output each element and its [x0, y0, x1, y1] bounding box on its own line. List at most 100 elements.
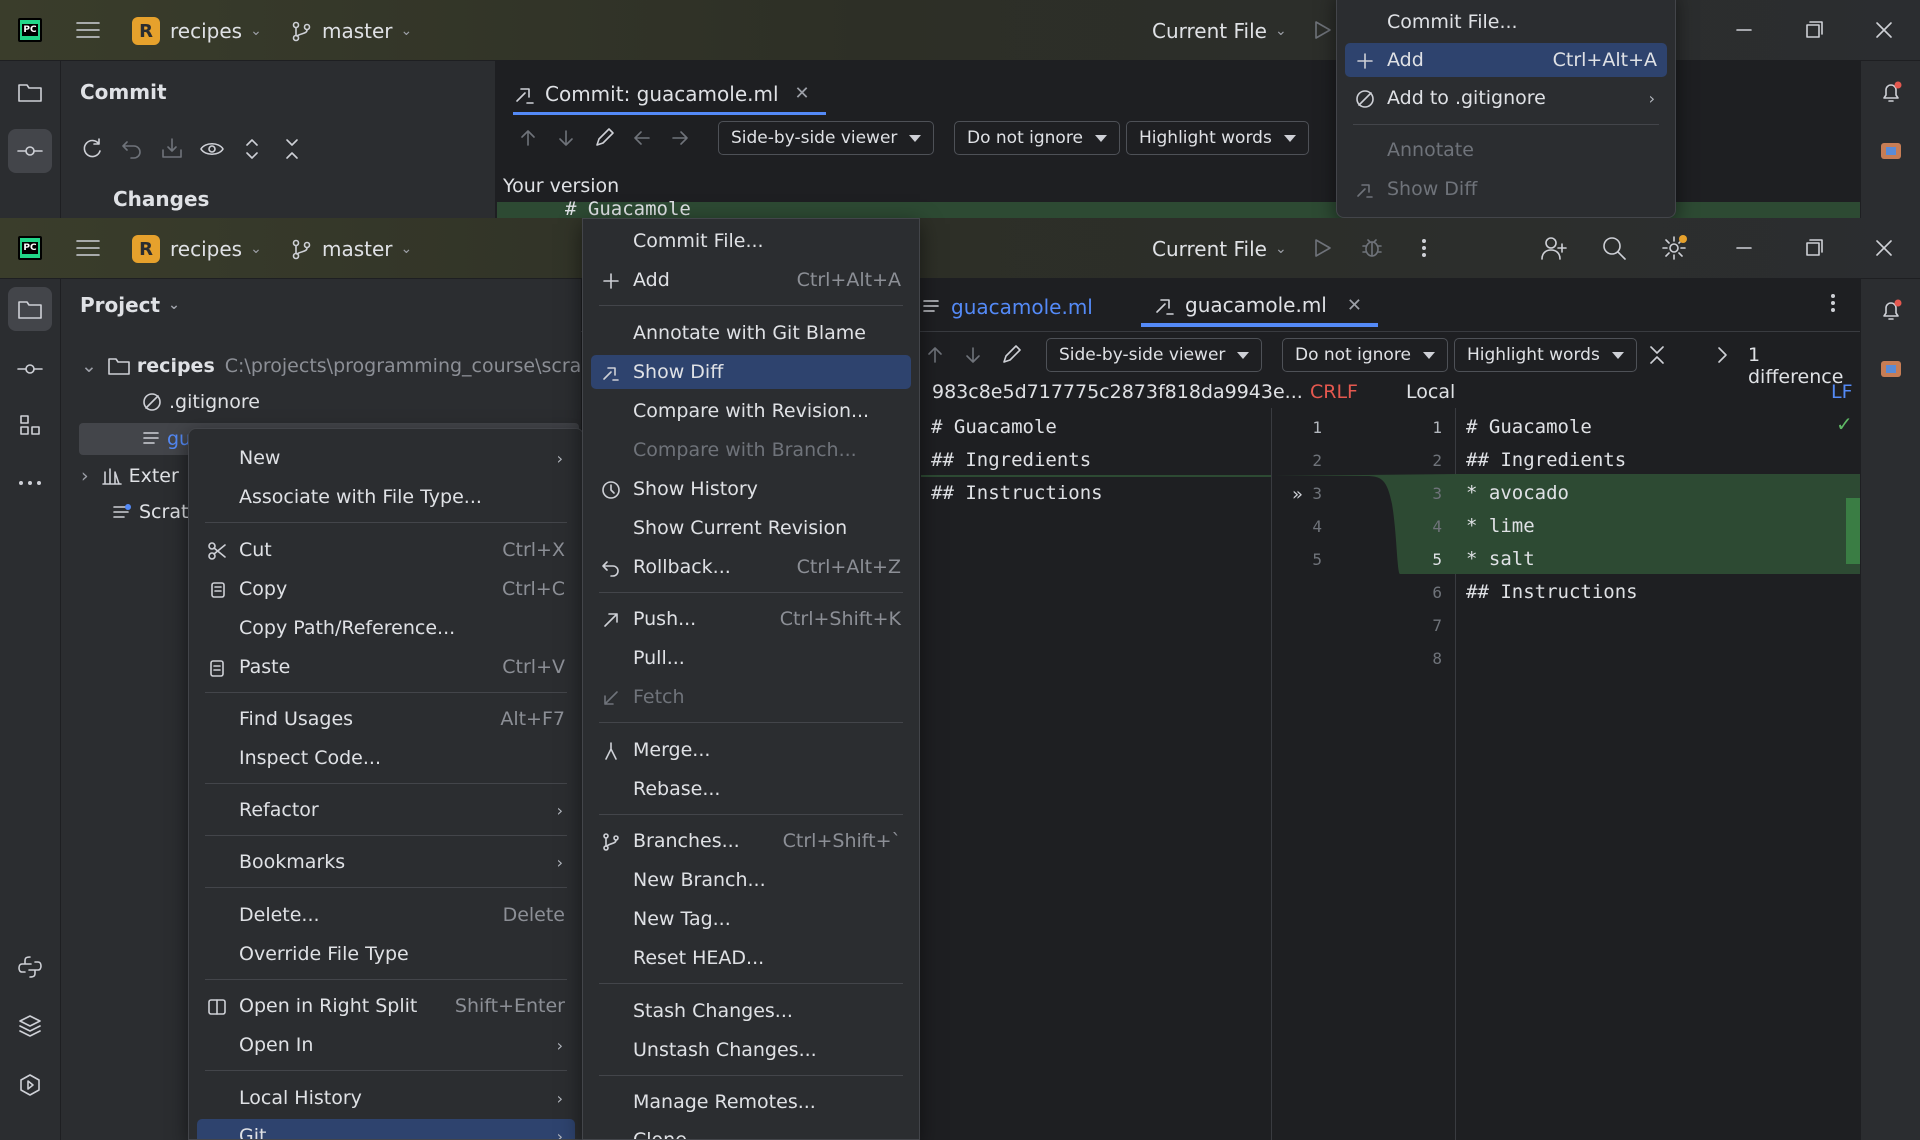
menu-local-history[interactable]: Local History › [197, 1081, 575, 1115]
git-clone[interactable]: Clone... [591, 1123, 911, 1139]
plugin-button[interactable] [1869, 347, 1913, 391]
apply-change-button[interactable]: » [1292, 484, 1303, 505]
expand-all-icon[interactable] [239, 136, 265, 162]
arrow-up-icon[interactable] [924, 344, 946, 366]
collapse-all-icon[interactable] [279, 136, 305, 162]
refresh-icon[interactable] [79, 136, 105, 162]
run-config-selector[interactable]: Current File ⌄ [1152, 233, 1287, 265]
close-tab-icon[interactable]: ✕ [1347, 295, 1362, 316]
restore-button[interactable] [1802, 18, 1826, 42]
run-config-selector[interactable]: Current File ⌄ [1152, 15, 1287, 47]
top-highlight-mode-select[interactable]: Highlight words [1126, 121, 1309, 155]
git-show-current-revision[interactable]: Show Current Revision [591, 511, 911, 545]
stripe-project-button[interactable] [8, 287, 52, 331]
menu-associate-file-type[interactable]: Associate with File Type... [197, 480, 575, 514]
top-menu-add-gitignore[interactable]: Add to .gitignore › [1345, 81, 1667, 115]
tree-row-external-libs[interactable]: › Exter [81, 461, 179, 491]
settings-button[interactable] [1660, 234, 1688, 262]
main-menu-button[interactable] [74, 18, 102, 42]
search-everywhere-button[interactable] [1600, 234, 1628, 262]
stripe-python-console-button[interactable] [8, 945, 52, 989]
tree-root-row[interactable]: ⌄ recipes C:\projects\programming_course… [81, 351, 611, 381]
project-switcher[interactable]: R recipes ⌄ [132, 233, 262, 265]
git-pull[interactable]: Pull... [591, 641, 911, 675]
arrow-left-icon[interactable] [631, 127, 653, 149]
git-unstash[interactable]: Unstash Changes... [591, 1033, 911, 1067]
left-code-pane[interactable]: # Guacamole ## Ingredients ## Instructio… [921, 408, 1271, 1140]
menu-delete[interactable]: Delete... Delete [197, 898, 575, 932]
git-branches[interactable]: Branches... Ctrl+Shift+` [591, 824, 911, 858]
git-annotate[interactable]: Annotate with Git Blame [591, 316, 911, 350]
debug-button[interactable] [1360, 236, 1384, 260]
git-compare-revision[interactable]: Compare with Revision... [591, 394, 911, 428]
menu-bookmarks[interactable]: Bookmarks › [197, 845, 575, 879]
git-rollback[interactable]: Rollback... Ctrl+Alt+Z [591, 550, 911, 584]
tree-row-gitignore[interactable]: .gitignore [141, 387, 260, 417]
eye-icon[interactable] [199, 136, 225, 162]
main-menu-button[interactable] [74, 236, 102, 260]
rollback-icon[interactable] [119, 136, 145, 162]
menu-open-right-split[interactable]: Open in Right Split Shift+Enter [197, 989, 575, 1023]
right-code-pane[interactable]: # Guacamole ## Ingredients * avocado * l… [1456, 408, 1860, 1140]
top-menu-add[interactable]: Add Ctrl+Alt+A [1345, 43, 1667, 77]
minimize-button[interactable] [1732, 236, 1756, 260]
git-show-diff[interactable]: Show Diff [591, 355, 911, 389]
menu-find-usages[interactable]: Find Usages Alt+F7 [197, 702, 575, 736]
run-button[interactable] [1310, 236, 1334, 260]
stripe-layers-button[interactable] [8, 1004, 52, 1048]
menu-open-in[interactable]: Open In › [197, 1028, 575, 1062]
viewer-mode-select[interactable]: Side-by-side viewer [1046, 338, 1263, 372]
edit-icon[interactable] [1000, 344, 1022, 366]
git-reset-head[interactable]: Reset HEAD... [591, 941, 911, 975]
notifications-button[interactable] [1869, 71, 1913, 115]
stripe-project-button[interactable] [8, 70, 52, 114]
project-switcher[interactable]: R recipes ⌄ [132, 15, 262, 47]
top-menu-commit-file[interactable]: Commit File... [1345, 5, 1667, 39]
arrow-right-icon[interactable] [669, 127, 691, 149]
menu-cut[interactable]: Cut Ctrl+X [197, 533, 575, 567]
stripe-commit-button[interactable] [8, 347, 52, 391]
restore-button[interactable] [1802, 236, 1826, 260]
arrow-up-icon[interactable] [517, 127, 539, 149]
git-new-tag[interactable]: New Tag... [591, 902, 911, 936]
top-commit-tab[interactable]: Commit: guacamole.ml ✕ [513, 75, 826, 115]
git-push[interactable]: Push... Ctrl+Shift+K [591, 602, 911, 636]
menu-override-file-type[interactable]: Override File Type [197, 937, 575, 971]
tab-options-button[interactable] [1821, 291, 1845, 315]
stripe-more-button[interactable] [8, 461, 52, 505]
project-panel-title[interactable]: Project ⌄ [80, 293, 180, 317]
arrow-down-icon[interactable] [962, 344, 984, 366]
close-tab-icon[interactable]: ✕ [795, 83, 810, 104]
top-viewer-mode-select[interactable]: Side-by-side viewer [718, 121, 935, 155]
minimize-button[interactable] [1732, 18, 1756, 42]
right-line-separator[interactable]: LF [1831, 381, 1853, 403]
edit-icon[interactable] [593, 127, 615, 149]
run-button[interactable] [1310, 18, 1334, 42]
changes-group-label[interactable]: Changes [113, 187, 209, 211]
top-ignore-mode-select[interactable]: Do not ignore [954, 121, 1120, 155]
git-merge[interactable]: Merge... [591, 733, 911, 767]
git-add[interactable]: Add Ctrl+Alt+A [591, 263, 911, 297]
menu-inspect-code[interactable]: Inspect Code... [197, 741, 575, 775]
more-actions-button[interactable] [1412, 236, 1436, 260]
ignore-mode-select[interactable]: Do not ignore [1282, 338, 1448, 372]
git-compare-branch[interactable]: Compare with Branch... [591, 433, 911, 467]
menu-git[interactable]: Git › [197, 1119, 575, 1139]
stripe-commit-button[interactable] [8, 129, 52, 173]
menu-copy[interactable]: Copy Ctrl+C [197, 572, 575, 606]
tree-row-scratches[interactable]: Scrat [111, 497, 188, 527]
shelve-icon[interactable] [159, 136, 185, 162]
collapse-unchanged-button[interactable] [1646, 344, 1668, 366]
menu-refactor[interactable]: Refactor › [197, 793, 575, 827]
notifications-button[interactable] [1869, 289, 1913, 333]
arrow-down-icon[interactable] [555, 127, 577, 149]
top-menu-show-diff[interactable]: Show Diff [1345, 172, 1667, 206]
menu-paste[interactable]: Paste Ctrl+V [197, 650, 575, 684]
plugin-button[interactable] [1869, 129, 1913, 173]
stripe-structure-button[interactable] [8, 403, 52, 447]
stripe-services-button[interactable] [8, 1063, 52, 1107]
branch-switcher[interactable]: master ⌄ [290, 15, 412, 47]
close-window-button[interactable] [1872, 236, 1896, 260]
menu-copy-path[interactable]: Copy Path/Reference... [197, 611, 575, 645]
close-window-button[interactable] [1872, 18, 1896, 42]
